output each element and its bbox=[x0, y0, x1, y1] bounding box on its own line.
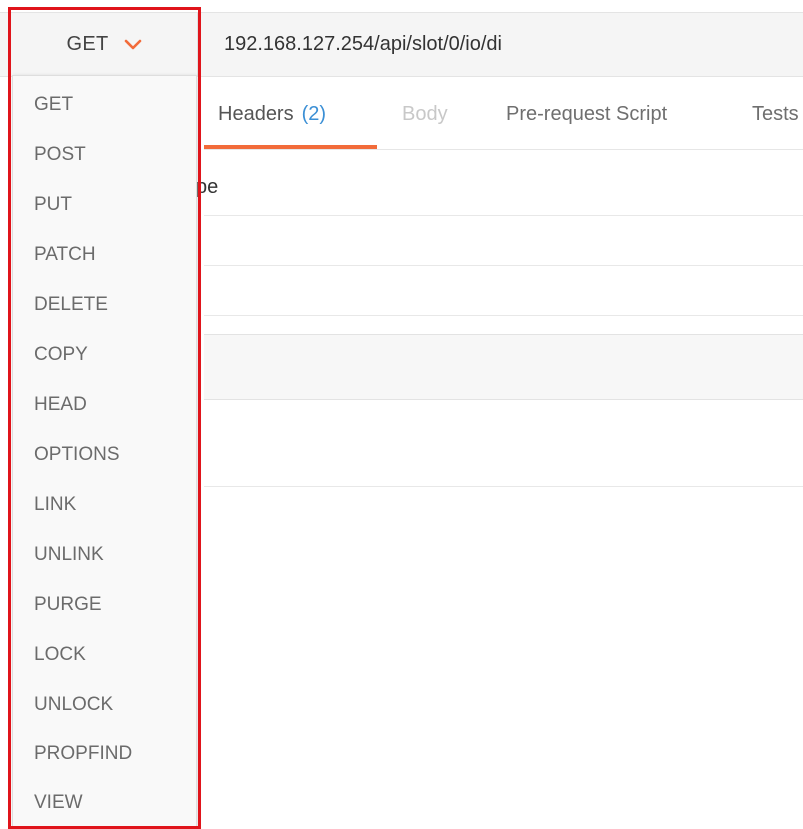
tab-body[interactable]: Body bbox=[402, 78, 448, 150]
method-option-post[interactable]: POST bbox=[13, 131, 196, 179]
method-select-label: GET bbox=[66, 33, 109, 55]
section-band bbox=[204, 334, 803, 400]
row-divider bbox=[204, 315, 803, 316]
method-option-get[interactable]: GET bbox=[13, 81, 196, 129]
tab-headers[interactable]: Headers (2) bbox=[218, 78, 326, 150]
method-option-head[interactable]: HEAD bbox=[13, 381, 196, 429]
method-option-view[interactable]: VIEW bbox=[13, 779, 196, 827]
request-url-bar: GET 192.168.127.254/api/slot/0/io/di bbox=[0, 12, 803, 77]
row-divider bbox=[204, 215, 803, 216]
method-option-patch[interactable]: PATCH bbox=[13, 231, 196, 279]
request-url-input[interactable]: 192.168.127.254/api/slot/0/io/di bbox=[224, 13, 502, 76]
active-tab-indicator bbox=[204, 145, 377, 149]
method-option-unlink[interactable]: UNLINK bbox=[13, 531, 196, 579]
tab-tests[interactable]: Tests bbox=[752, 78, 799, 150]
tab-headers-count: (2) bbox=[301, 102, 327, 125]
method-option-link[interactable]: LINK bbox=[13, 481, 196, 529]
method-dropdown-menu: GET POST PUT PATCH DELETE COPY HEAD OPTI… bbox=[12, 75, 197, 827]
method-option-put[interactable]: PUT bbox=[13, 181, 196, 229]
method-option-copy[interactable]: COPY bbox=[13, 331, 196, 379]
tab-headers-label: Headers bbox=[218, 102, 294, 125]
method-select-button[interactable]: GET bbox=[12, 13, 198, 76]
row-divider bbox=[204, 486, 803, 487]
method-option-lock[interactable]: LOCK bbox=[13, 631, 196, 679]
method-option-purge[interactable]: PURGE bbox=[13, 581, 196, 629]
request-tabs: Headers (2) Body Pre-request Script Test… bbox=[204, 78, 803, 150]
method-option-delete[interactable]: DELETE bbox=[13, 281, 196, 329]
row-divider bbox=[204, 265, 803, 266]
method-option-options[interactable]: OPTIONS bbox=[13, 431, 196, 479]
chevron-down-icon bbox=[124, 39, 141, 49]
method-option-propfind[interactable]: PROPFIND bbox=[13, 730, 196, 778]
method-option-unlock[interactable]: UNLOCK bbox=[13, 681, 196, 729]
tab-pre-request-script[interactable]: Pre-request Script bbox=[506, 78, 667, 150]
